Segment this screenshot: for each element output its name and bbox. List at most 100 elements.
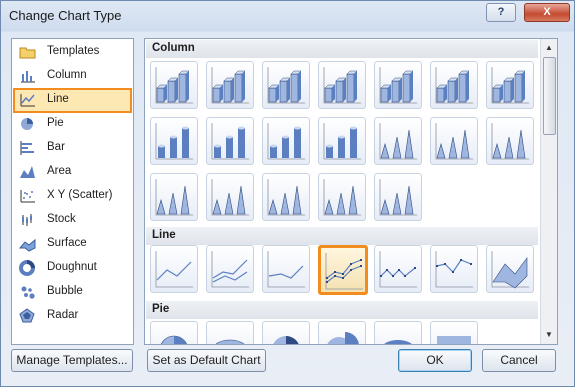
chart-subtype-thumbnail[interactable] xyxy=(430,61,478,109)
chart-subtype-thumbnail-selected[interactable] xyxy=(318,245,368,295)
chart-subtype-thumbnail[interactable] xyxy=(374,173,422,221)
category-item-line[interactable]: Line xyxy=(13,88,132,113)
category-item-area[interactable]: Area xyxy=(13,160,132,184)
category-item-doughnut[interactable]: Doughnut xyxy=(13,256,132,280)
gallery-scrollbar[interactable]: ▲ ▼ xyxy=(540,39,557,344)
chart-thumbnail-icon xyxy=(379,251,417,288)
chart-thumbnail-icon xyxy=(273,336,299,344)
scroll-up-icon[interactable]: ▲ xyxy=(541,40,557,56)
chart-thumbnail-icon xyxy=(211,179,249,216)
chart-thumbnail-icon xyxy=(437,336,471,344)
manage-templates-button[interactable]: Manage Templates... xyxy=(11,349,133,372)
bubble-chart-icon xyxy=(19,284,36,300)
chart-subtype-thumbnail[interactable] xyxy=(206,117,254,165)
help-icon: ? xyxy=(497,6,505,18)
chart-subtype-thumbnail[interactable] xyxy=(262,61,310,109)
chart-subtype-thumbnail[interactable] xyxy=(150,173,198,221)
category-label: Stock xyxy=(47,213,76,225)
category-item-templates[interactable]: Templates xyxy=(13,40,132,64)
chart-thumbnail-icon xyxy=(435,251,473,288)
chart-subtype-thumbnail[interactable] xyxy=(318,321,366,344)
area-chart-icon xyxy=(19,164,36,180)
chart-subtype-thumbnail[interactable] xyxy=(318,117,366,165)
category-label: Bubble xyxy=(47,285,83,297)
chart-subtype-thumbnail[interactable] xyxy=(430,245,478,293)
chart-thumbnail-icon xyxy=(491,123,529,160)
chart-thumbnail-icon xyxy=(323,123,361,160)
category-item-radar[interactable]: Radar xyxy=(13,304,132,328)
chart-subtype-thumbnail[interactable] xyxy=(374,321,422,344)
category-label: Doughnut xyxy=(47,261,97,273)
section-header-pie: Pie xyxy=(146,301,538,319)
help-button[interactable]: ? xyxy=(486,3,516,22)
bar-chart-icon xyxy=(19,140,36,156)
change-chart-type-dialog: Change Chart Type ? X Templates Column Lin… xyxy=(0,0,575,387)
chart-subtype-thumbnail[interactable] xyxy=(150,321,198,344)
chart-thumbnail-icon xyxy=(211,67,249,104)
category-item-bar[interactable]: Bar xyxy=(13,136,132,160)
chart-subtype-thumbnail[interactable] xyxy=(430,117,478,165)
chart-category-list: Templates Column Line Pie Bar Area X Y (Scatte… xyxy=(11,38,134,345)
chart-subtype-thumbnail[interactable] xyxy=(318,173,366,221)
chart-subtype-thumbnail[interactable] xyxy=(262,321,310,344)
section-title-pie: Pie xyxy=(152,303,170,315)
chart-thumbnail-icon xyxy=(435,123,473,160)
folder-icon xyxy=(19,44,36,60)
chart-thumbnail-icon xyxy=(211,123,249,160)
column-chart-icon xyxy=(19,68,36,84)
close-button[interactable]: X xyxy=(524,3,570,22)
section-title-column: Column xyxy=(152,42,195,54)
chart-subtype-thumbnail[interactable] xyxy=(262,173,310,221)
chart-subtype-thumbnail[interactable] xyxy=(150,245,198,293)
pie-chart-icon xyxy=(19,116,36,132)
chart-subtype-thumbnail[interactable] xyxy=(262,117,310,165)
chart-subtype-thumbnail[interactable] xyxy=(374,61,422,109)
category-label: Templates xyxy=(47,45,100,57)
category-item-x-y-scatter[interactable]: X Y (Scatter) xyxy=(13,184,132,208)
category-label: Pie xyxy=(47,117,64,129)
set-default-chart-button[interactable]: Set as Default Chart xyxy=(147,349,266,372)
chart-thumbnail-icon xyxy=(155,123,193,160)
chart-subtype-thumbnail[interactable] xyxy=(206,321,254,344)
chart-thumbnail-icon xyxy=(161,335,187,344)
scroll-down-icon[interactable]: ▼ xyxy=(541,327,557,343)
category-item-stock[interactable]: Stock xyxy=(13,208,132,232)
chart-thumbnail-icon xyxy=(379,179,417,216)
chart-subtype-thumbnail[interactable] xyxy=(206,61,254,109)
chart-thumbnail-icon xyxy=(384,340,412,344)
category-label: X Y (Scatter) xyxy=(47,189,113,201)
chart-subtype-thumbnail[interactable] xyxy=(430,321,478,344)
chart-subtype-thumbnail[interactable] xyxy=(262,245,310,293)
chart-thumbnail-icon xyxy=(323,67,361,104)
chart-subtype-thumbnail[interactable] xyxy=(318,61,366,109)
chart-thumbnail-icon xyxy=(267,179,305,216)
chart-subtype-thumbnail[interactable] xyxy=(374,117,422,165)
ok-label: OK xyxy=(426,353,444,367)
chart-thumbnail-icon xyxy=(267,123,305,160)
category-item-bubble[interactable]: Bubble xyxy=(13,280,132,304)
radar-chart-icon xyxy=(19,308,36,324)
chart-subtype-thumbnail[interactable] xyxy=(150,61,198,109)
chart-subtype-thumbnail[interactable] xyxy=(206,173,254,221)
chart-subtype-thumbnail[interactable] xyxy=(150,117,198,165)
surface-chart-icon xyxy=(18,236,36,252)
line-chart-icon xyxy=(19,92,36,108)
chart-subtype-gallery: Column Line Pie ▲ ▼ xyxy=(144,38,558,345)
chart-subtype-thumbnail[interactable] xyxy=(486,117,534,165)
scroll-thumb[interactable] xyxy=(543,57,556,135)
chart-subtype-thumbnail[interactable] xyxy=(206,245,254,293)
cancel-button[interactable]: Cancel xyxy=(482,349,556,372)
chart-thumbnail-icon xyxy=(379,123,417,160)
chart-subtype-thumbnail[interactable] xyxy=(486,61,534,109)
chart-subtype-thumbnail[interactable] xyxy=(374,245,422,293)
category-item-pie[interactable]: Pie xyxy=(13,112,132,136)
section-title-line: Line xyxy=(152,229,176,241)
chart-subtype-thumbnail[interactable] xyxy=(486,245,534,293)
chart-thumbnail-icon xyxy=(379,67,417,104)
category-item-column[interactable]: Column xyxy=(13,64,132,88)
category-label: Line xyxy=(47,93,69,105)
category-label: Surface xyxy=(47,237,87,249)
category-item-surface[interactable]: Surface xyxy=(13,232,132,256)
ok-button[interactable]: OK xyxy=(398,349,472,372)
stock-chart-icon xyxy=(19,212,36,228)
